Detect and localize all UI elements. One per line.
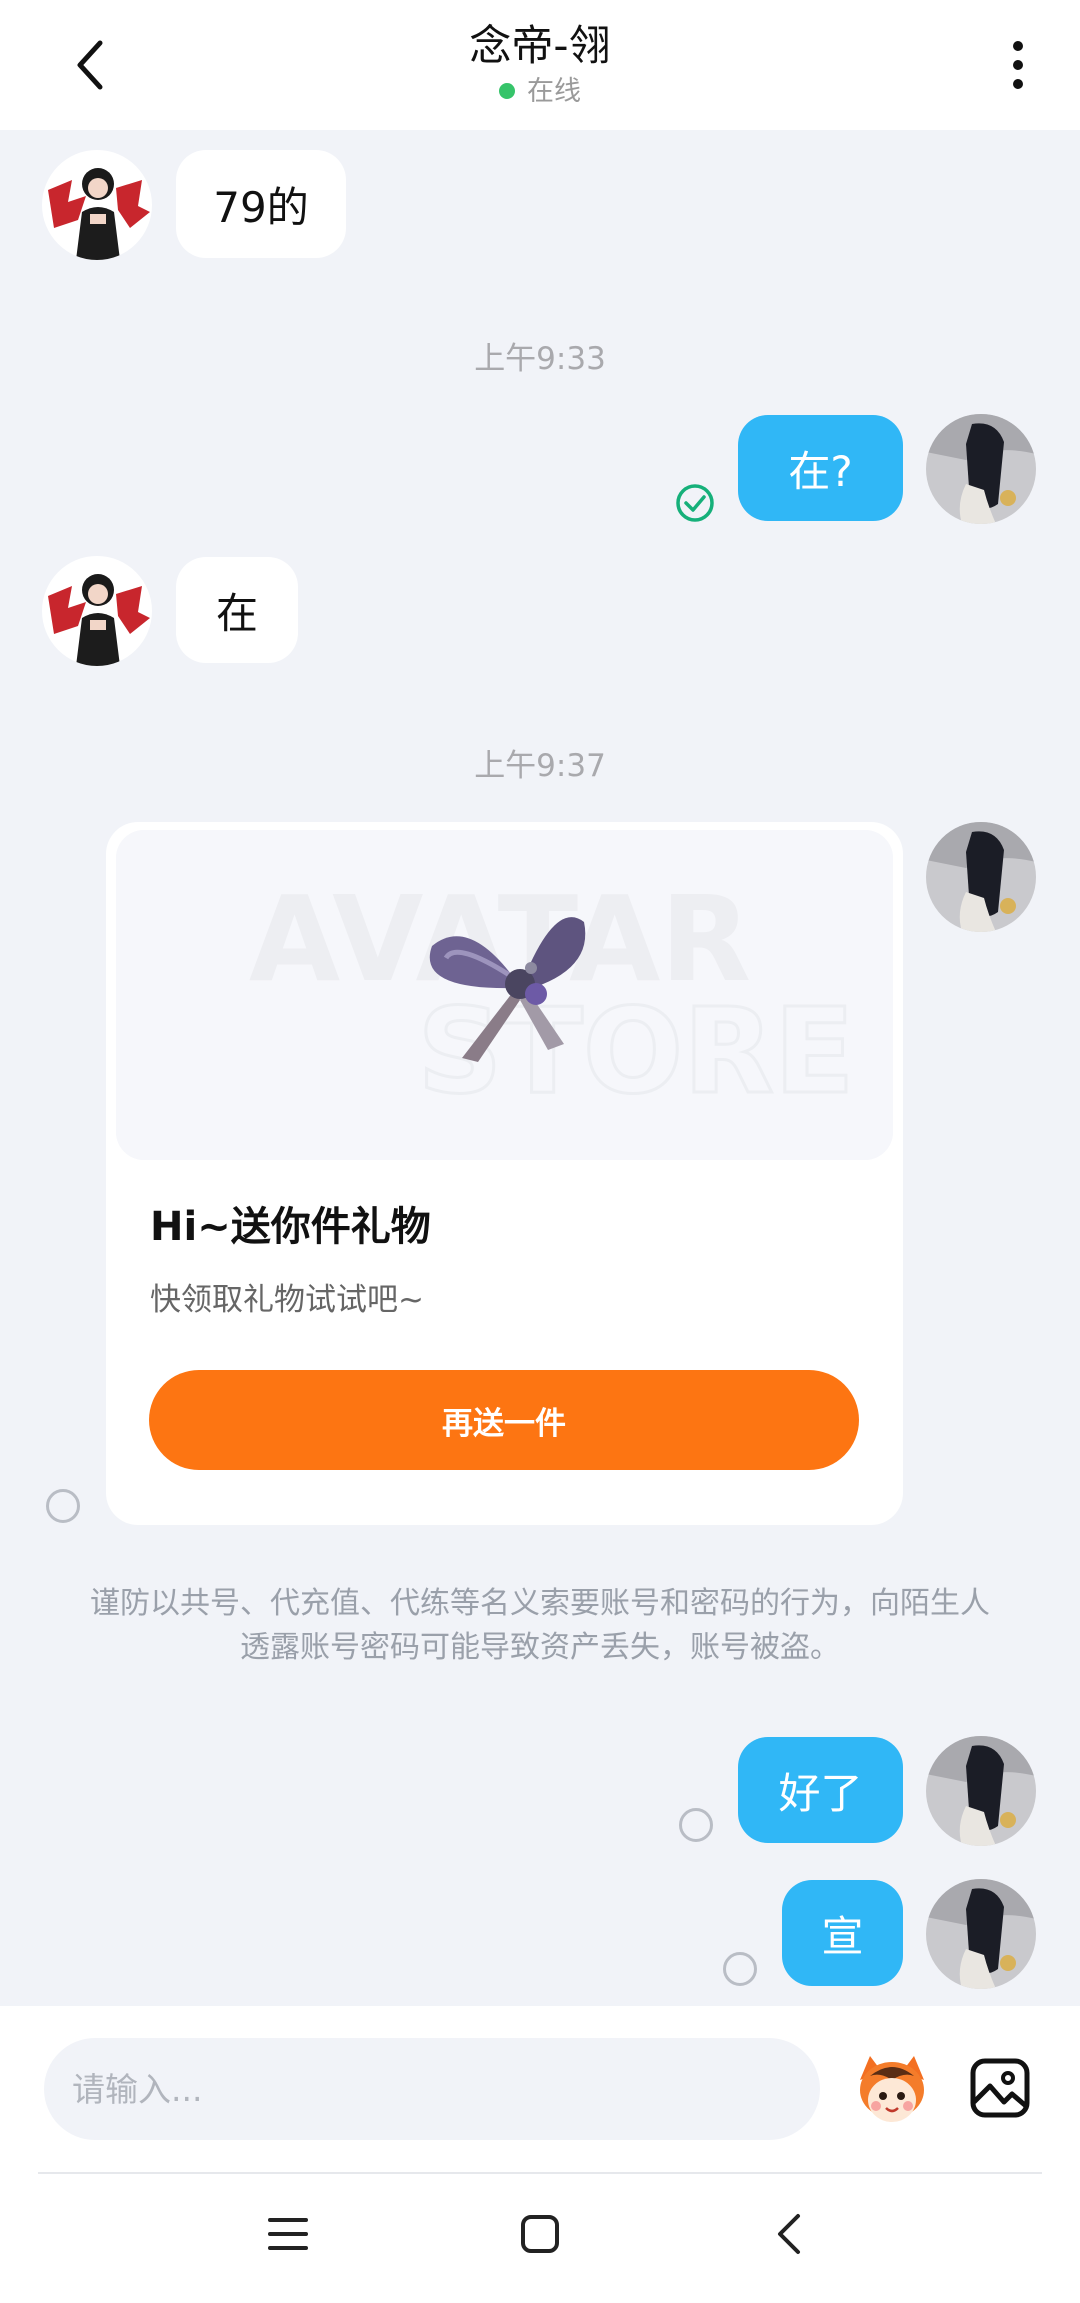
my-avatar[interactable] [926, 822, 1036, 932]
my-avatar[interactable] [926, 1879, 1036, 1989]
my-avatar[interactable] [926, 1736, 1036, 1846]
online-status-label: 在线 [527, 76, 581, 107]
menu-icon[interactable] [264, 2210, 312, 2258]
gift-image: AVATAR STORE [116, 830, 893, 1160]
home-square-icon[interactable] [516, 2210, 564, 2258]
outgoing-message-bubble[interactable]: 在? [738, 415, 903, 521]
timestamp: 上午9:37 [474, 748, 606, 784]
my-avatar[interactable] [926, 414, 1036, 524]
more-vertical-icon[interactable] [990, 30, 1046, 100]
chat-header: 念帝-翎 在线 [0, 0, 1080, 130]
system-nav-bar [0, 2174, 1080, 2303]
timestamp: 上午9:33 [474, 341, 606, 377]
nav-back-icon[interactable] [766, 2210, 814, 2258]
send-status-circle [679, 1808, 713, 1842]
read-check-icon [675, 483, 715, 523]
online-dot [499, 83, 515, 99]
outgoing-message-bubble[interactable]: 宣 [782, 1880, 903, 1986]
send-another-gift-button[interactable]: 再送一件 [149, 1370, 859, 1470]
contact-avatar[interactable] [42, 556, 152, 666]
image-icon[interactable] [968, 2056, 1032, 2120]
chat-title: 念帝-翎 [469, 21, 611, 70]
gift-card[interactable]: AVATAR STORE Hi~送你件礼物 快领取礼物试试吧~ 再送一件 [106, 822, 903, 1525]
gift-subtitle: 快领取礼物试试吧~ [150, 1282, 424, 1318]
contact-avatar[interactable] [42, 150, 152, 260]
message-input-bar [0, 2006, 1080, 2178]
online-status: 在线 [0, 74, 1080, 110]
gift-title: Hi~送你件礼物 [150, 1204, 431, 1250]
emoji-mascot-icon[interactable] [852, 2050, 932, 2130]
send-status-circle [723, 1952, 757, 1986]
outgoing-message-bubble[interactable]: 好了 [738, 1737, 903, 1843]
incoming-message-bubble[interactable]: 79的 [176, 150, 346, 258]
message-input[interactable] [44, 2038, 820, 2140]
security-warning: 谨防以共号、代充值、代练等名义索要账号和密码的行为，向陌生人透露账号密码可能导致… [90, 1586, 990, 1665]
incoming-message-bubble[interactable]: 在 [176, 557, 298, 663]
send-status-circle [46, 1489, 80, 1523]
